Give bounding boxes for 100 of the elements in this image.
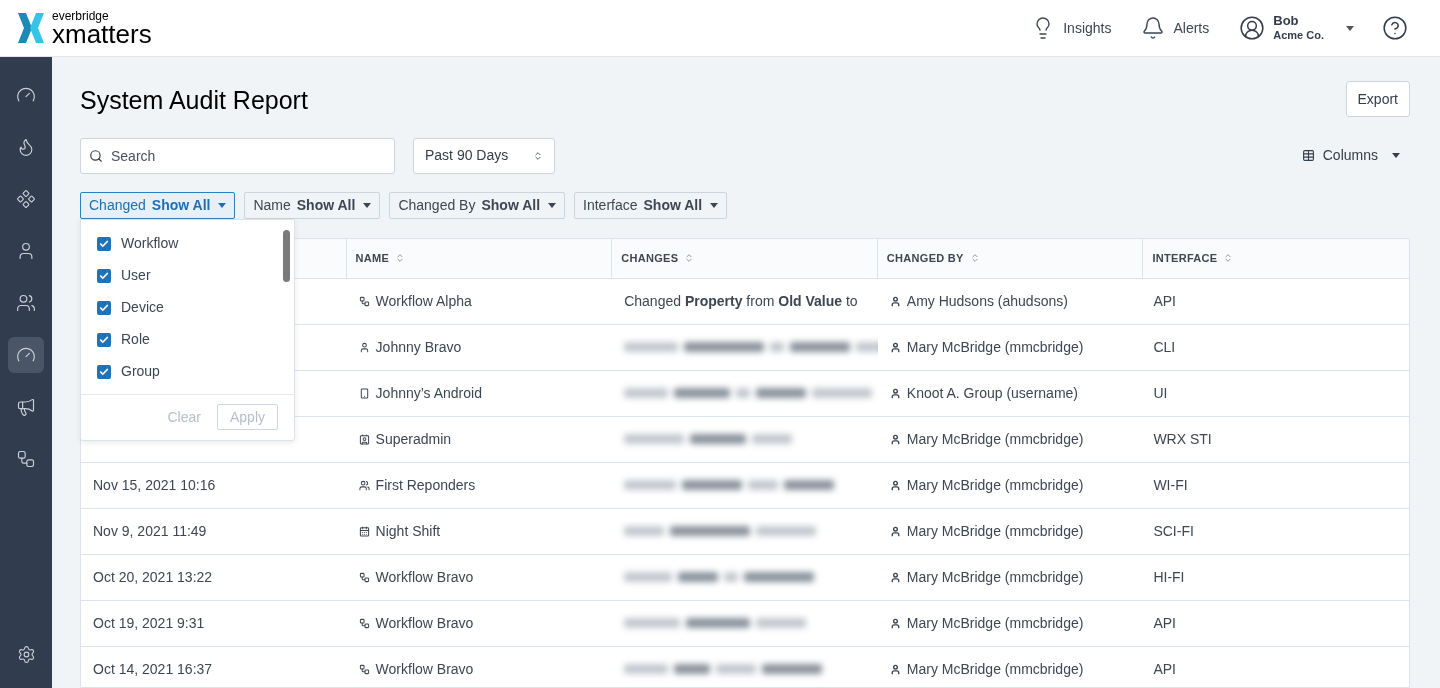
user-menu[interactable]: Bob Acme Co. bbox=[1239, 13, 1354, 43]
date-cell-text: Nov 15, 2021 10:16 bbox=[93, 475, 216, 495]
phone-icon bbox=[358, 387, 370, 399]
logo-icon bbox=[18, 13, 44, 43]
name-cell-text: Workflow Alpha bbox=[375, 291, 472, 311]
users-icon bbox=[358, 479, 370, 491]
checkbox[interactable] bbox=[97, 236, 111, 251]
workflow-icon bbox=[358, 571, 370, 583]
logo-product: xmatters bbox=[52, 22, 152, 46]
column-header[interactable]: NAME bbox=[355, 249, 406, 267]
changed-by-cell-text: Mary McBridge (mmcbridge) bbox=[906, 521, 1084, 541]
date-cell-text: Oct 20, 2021 13:22 bbox=[93, 567, 213, 587]
interface-cell-text: CLI bbox=[1153, 337, 1176, 357]
sort-icon bbox=[684, 253, 695, 263]
sidebar-item[interactable] bbox=[8, 337, 44, 373]
filter-chip[interactable]: Changed By Show All bbox=[389, 191, 566, 219]
help-icon[interactable] bbox=[1382, 15, 1408, 41]
change-description: Changed Property from Old Value to bbox=[624, 291, 858, 311]
user-icon bbox=[889, 433, 901, 445]
name-cell-text: Night Shift bbox=[375, 521, 441, 541]
user-icon bbox=[889, 525, 901, 537]
checkbox[interactable] bbox=[97, 268, 111, 283]
nav-label: Alerts bbox=[1173, 18, 1210, 38]
name-cell-text: Workflow Bravo bbox=[375, 613, 474, 633]
changed-by-cell-text: Mary McBridge (mmcbridge) bbox=[906, 429, 1084, 449]
settings-icon bbox=[16, 644, 36, 664]
date-cell-text: Oct 19, 2021 9:31 bbox=[93, 613, 205, 633]
name-cell-text: Johnny’s Android bbox=[375, 383, 482, 403]
user-org: Acme Co. bbox=[1273, 29, 1324, 43]
search-icon bbox=[89, 148, 103, 163]
sort-icon bbox=[969, 253, 980, 263]
interface-cell-text: SCI-FI bbox=[1153, 521, 1194, 541]
caret-icon bbox=[548, 202, 557, 208]
alerts-button[interactable]: Alerts bbox=[1141, 16, 1210, 40]
filter-chip[interactable]: Changed Show All bbox=[80, 191, 236, 219]
column-header[interactable]: INTERFACE bbox=[1152, 249, 1234, 267]
filter-option[interactable]: User bbox=[81, 259, 294, 292]
export-button[interactable]: Export bbox=[1345, 81, 1410, 117]
page-title: System Audit Report bbox=[80, 85, 308, 116]
columns-button[interactable]: Columns bbox=[1301, 145, 1400, 166]
caret-icon bbox=[1392, 153, 1400, 158]
changed-by-cell-text: Mary McBridge (mmcbridge) bbox=[906, 475, 1084, 495]
interface-cell-text: HI-FI bbox=[1153, 567, 1185, 587]
interface-cell-text: WRX STI bbox=[1153, 429, 1212, 449]
users-icon bbox=[16, 293, 36, 313]
filter-chip[interactable]: Name Show All bbox=[244, 191, 381, 219]
caret-icon bbox=[710, 202, 719, 208]
user-icon bbox=[889, 341, 901, 353]
user-name: Bob bbox=[1273, 13, 1299, 30]
checkbox[interactable] bbox=[97, 332, 111, 347]
changed-by-cell-text: Amy Hudsons (ahudsons) bbox=[906, 291, 1068, 311]
check-icon bbox=[99, 334, 109, 345]
workflow-icon bbox=[358, 663, 370, 675]
interface-cell-text: UI bbox=[1153, 383, 1168, 403]
filter-option[interactable]: Workflow bbox=[81, 227, 294, 260]
caret-icon bbox=[218, 202, 227, 208]
updown-icon bbox=[533, 150, 543, 161]
name-cell-text: Workflow Bravo bbox=[375, 567, 474, 587]
name-cell-text: Johnny Bravo bbox=[375, 337, 462, 357]
filter-option[interactable]: Device bbox=[81, 291, 294, 324]
checkbox[interactable] bbox=[97, 364, 111, 379]
search-field[interactable]: Search bbox=[80, 137, 395, 174]
changed-by-cell-text: Mary McBridge (mmcbridge) bbox=[906, 567, 1084, 587]
date-cell-text: Oct 14, 2021 16:37 bbox=[93, 659, 213, 679]
changed-by-cell-text: Mary McBridge (mmcbridge) bbox=[906, 613, 1084, 633]
check-icon bbox=[99, 238, 109, 249]
sort-icon bbox=[395, 253, 406, 263]
scrollbar-thumb[interactable] bbox=[283, 229, 290, 282]
user-icon bbox=[889, 571, 901, 583]
interface-cell-text: API bbox=[1153, 291, 1176, 311]
caret-icon bbox=[1346, 25, 1354, 31]
column-header[interactable]: CHANGES bbox=[621, 249, 695, 267]
changed-by-cell-text: Knoot A. Group (username) bbox=[906, 383, 1078, 403]
date-range-select[interactable]: Past 90 Days bbox=[413, 137, 555, 174]
date-cell-text: Nov 9, 2021 11:49 bbox=[93, 521, 207, 541]
changed-by-cell-text: Mary McBridge (mmcbridge) bbox=[906, 659, 1084, 679]
workflow-icon bbox=[16, 449, 36, 469]
user-icon bbox=[889, 663, 901, 675]
checkbox[interactable] bbox=[97, 300, 111, 315]
user-icon bbox=[889, 617, 901, 629]
bell-icon bbox=[1141, 16, 1166, 40]
user-icon bbox=[889, 479, 901, 491]
logo-brand: everbridge bbox=[52, 10, 110, 22]
avatar-icon bbox=[1239, 15, 1266, 41]
interface-cell-text: API bbox=[1153, 659, 1176, 679]
name-cell-text: Superadmin bbox=[375, 429, 452, 449]
column-header[interactable]: CHANGED BY bbox=[886, 249, 980, 267]
filter-option[interactable]: Group bbox=[81, 355, 294, 388]
calendar-icon bbox=[358, 525, 370, 537]
filter-chip[interactable]: Interface Show All bbox=[574, 191, 728, 219]
nav-label: Insights bbox=[1063, 18, 1112, 38]
changed-by-cell-text: Mary McBridge (mmcbridge) bbox=[906, 337, 1084, 357]
check-icon bbox=[99, 366, 109, 377]
check-icon bbox=[99, 270, 109, 281]
interface-cell-text: API bbox=[1153, 613, 1176, 633]
check-icon bbox=[99, 302, 109, 313]
insights-button[interactable]: Insights bbox=[1031, 16, 1112, 40]
name-cell-text: Workflow Bravo bbox=[375, 659, 474, 679]
user-icon bbox=[889, 387, 901, 399]
filter-option[interactable]: Role bbox=[81, 323, 294, 356]
